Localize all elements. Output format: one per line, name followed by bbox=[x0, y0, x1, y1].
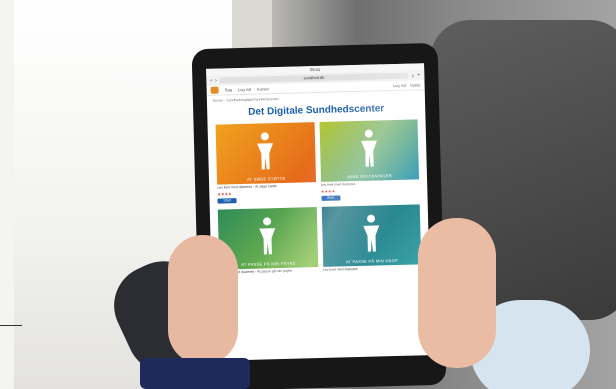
course-card[interactable]: AT SØGE STØTTE Lev livet med diabetes - … bbox=[215, 122, 317, 204]
help-link[interactable]: Hjælp bbox=[410, 82, 421, 87]
person-icon bbox=[360, 129, 377, 167]
nav-item-courses[interactable]: Kurser bbox=[257, 86, 269, 91]
right-hand bbox=[418, 218, 496, 368]
rating-stars: ★★★★ bbox=[217, 190, 232, 197]
course-label: AT SØGE STØTTE bbox=[246, 175, 286, 182]
person-icon bbox=[259, 216, 276, 254]
rating-stars: ★★★★ bbox=[320, 188, 336, 194]
course-card[interactable]: AT PASSE PÅ MIN KROP Lev livet med diabe… bbox=[321, 203, 422, 273]
sleeve-cuff bbox=[140, 358, 250, 389]
course-label: MINE OPLYSNINGER bbox=[347, 173, 393, 180]
photo-scene: 09:41 ‹ › sundhed.dk ⇪ + Søg Log ind Kur… bbox=[0, 0, 616, 389]
share-icon[interactable]: ⇪ bbox=[411, 73, 414, 78]
back-icon[interactable]: ‹ bbox=[210, 78, 212, 84]
tablet-screen: 09:41 ‹ › sundhed.dk ⇪ + Søg Log ind Kur… bbox=[206, 63, 432, 361]
course-label: AT PASSE PÅ MIN KROP bbox=[345, 257, 399, 264]
start-button[interactable]: Start bbox=[320, 195, 341, 201]
forward-icon[interactable]: › bbox=[215, 78, 217, 84]
add-tab-icon[interactable]: + bbox=[417, 72, 420, 78]
course-grid: AT SØGE STØTTE Lev livet med diabetes - … bbox=[207, 113, 429, 282]
start-button[interactable]: Start bbox=[217, 198, 238, 204]
person-icon bbox=[257, 132, 274, 170]
course-card[interactable]: MINE OPLYSNINGER Lev livet med diabetes … bbox=[319, 119, 420, 201]
left-hand bbox=[168, 235, 238, 365]
login-link[interactable]: Log ind bbox=[393, 83, 406, 88]
nav-item-login[interactable]: Log ind bbox=[238, 87, 251, 92]
nav-item-search[interactable]: Søg bbox=[225, 87, 232, 92]
course-image[interactable]: MINE OPLYSNINGER bbox=[319, 119, 420, 182]
course-image[interactable]: AT PASSE PÅ MIN KROP bbox=[321, 203, 422, 267]
site-logo[interactable] bbox=[210, 86, 219, 94]
person-icon bbox=[362, 214, 379, 252]
edge-line bbox=[0, 325, 22, 326]
course-image[interactable]: AT SØGE STØTTE bbox=[215, 122, 316, 185]
